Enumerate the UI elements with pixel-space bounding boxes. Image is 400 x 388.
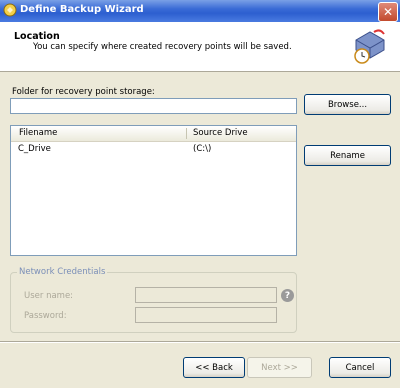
rename-button[interactable]: Rename: [304, 145, 391, 166]
list-item-filename: C_Drive: [18, 144, 51, 154]
help-icon[interactable]: ?: [281, 289, 294, 302]
window-title: Define Backup Wizard: [20, 4, 144, 15]
username-label: User name:: [24, 291, 74, 301]
wizard-app-icon: [3, 3, 17, 17]
title-bar[interactable]: Define Backup Wizard ✕: [0, 0, 400, 22]
close-icon: ✕: [382, 5, 394, 19]
folder-path-input[interactable]: [10, 98, 297, 114]
column-filename[interactable]: Filename: [19, 128, 57, 138]
password-field[interactable]: [135, 307, 277, 323]
network-credentials-legend: Network Credentials: [17, 267, 108, 277]
close-button[interactable]: ✕: [378, 2, 398, 22]
username-field[interactable]: [135, 287, 277, 303]
browse-button[interactable]: Browse...: [304, 94, 391, 115]
recovery-points-list[interactable]: Filename Source Drive C_Drive (C:\): [10, 125, 297, 256]
backup-drive-clock-icon: [354, 29, 385, 64]
column-source-drive[interactable]: Source Drive: [193, 128, 248, 138]
column-divider[interactable]: [186, 128, 187, 139]
cancel-button[interactable]: Cancel: [329, 357, 391, 378]
back-button[interactable]: << Back: [183, 357, 245, 378]
next-button[interactable]: Next >>: [247, 357, 312, 378]
list-item[interactable]: C_Drive (C:\): [11, 143, 296, 156]
wizard-header: Location You can specify where created r…: [0, 22, 400, 72]
list-item-source-drive: (C:\): [193, 144, 212, 154]
footer-divider: [0, 341, 400, 343]
list-header: Filename Source Drive: [11, 126, 296, 142]
folder-label: Folder for recovery point storage:: [12, 87, 155, 97]
page-subtitle: You can specify where created recovery p…: [33, 42, 292, 52]
page-title: Location: [14, 31, 60, 42]
password-label: Password:: [24, 311, 67, 321]
